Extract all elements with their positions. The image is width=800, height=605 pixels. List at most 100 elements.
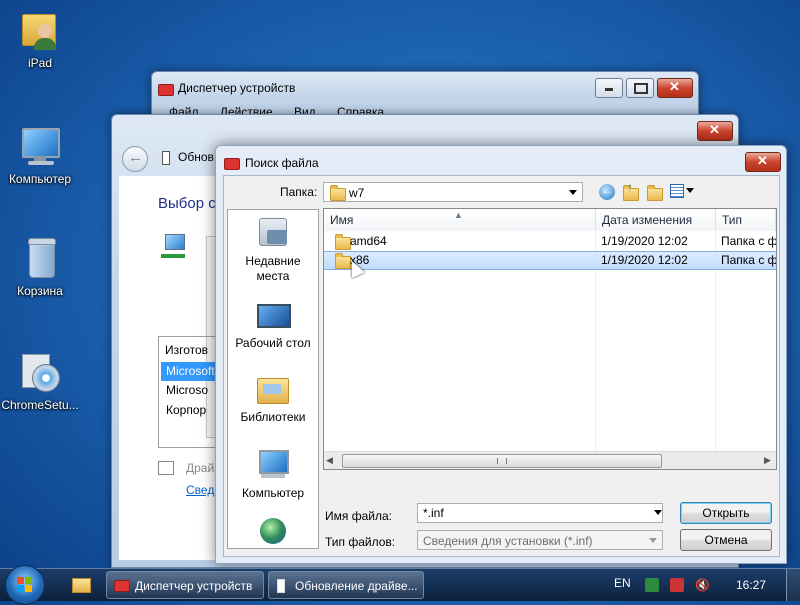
computer-icon <box>18 124 62 168</box>
file-date: 1/19/2020 12:02 <box>601 253 688 267</box>
volume-muted-icon[interactable]: 🔇 <box>695 578 710 592</box>
view-menu-button[interactable] <box>670 183 696 199</box>
file-list[interactable]: Имя ▲ Дата изменения Тип amd64 1/19/2020… <box>323 208 777 470</box>
find-file-dialog[interactable]: Поиск файла ✕ Папка: w7 ← ↑ Недавние мес… <box>215 145 787 564</box>
windows-logo-part <box>25 585 32 592</box>
scrollbar-thumb[interactable] <box>342 454 662 468</box>
action-center-icon[interactable] <box>645 578 659 592</box>
desktop-icon-computer[interactable]: Компьютер <box>0 124 80 186</box>
folder-label: Папка: <box>280 185 318 199</box>
place-desktop[interactable]: Рабочий стол <box>228 298 318 350</box>
view-icon <box>670 184 684 198</box>
list-header: Изготов <box>165 343 209 357</box>
chevron-down-icon[interactable] <box>654 510 662 515</box>
place-label: Недавние места <box>245 254 301 283</box>
sort-arrow-icon: ▲ <box>454 210 463 220</box>
window-title: Диспетчер устройств <box>178 81 296 95</box>
close-button[interactable]: ✕ <box>745 152 781 172</box>
libraries-icon <box>255 372 291 406</box>
column-header-date[interactable]: Дата изменения <box>596 209 716 231</box>
grip-icon <box>497 458 507 464</box>
explorer-icon <box>72 578 91 593</box>
taskbar-item-label: Диспетчер устройств <box>135 579 253 593</box>
dialog-icon <box>224 155 240 170</box>
close-button[interactable]: ✕ <box>697 121 733 141</box>
file-row-selected[interactable]: x86 1/19/2020 12:02 Папка с ф <box>324 251 776 270</box>
filetype-label: Тип файлов: <box>325 535 396 549</box>
filename-label: Имя файла: <box>325 509 392 523</box>
installer-icon <box>18 350 62 394</box>
scroll-left-icon: ◀ <box>326 455 333 465</box>
show-desktop-button[interactable] <box>786 569 800 601</box>
place-computer[interactable]: Компьютер <box>228 448 318 500</box>
network-icon <box>255 518 291 552</box>
filetype-combobox[interactable]: Сведения для установки (*.inf) <box>417 530 663 550</box>
desktop-icon-recycle-bin[interactable]: Корзина <box>0 236 80 298</box>
language-indicator[interactable]: EN <box>614 576 631 590</box>
dialog-title: Поиск файла <box>245 156 319 170</box>
desktop-icon <box>255 298 291 332</box>
details-link[interactable]: Свед <box>186 483 214 497</box>
back-arrow-icon: ← <box>601 183 613 197</box>
windows-logo-icon <box>17 577 24 584</box>
taskbar-item-update-driver[interactable]: Обновление драйве... <box>268 571 424 599</box>
taskbar-item-device-manager[interactable]: Диспетчер устройств <box>106 571 264 599</box>
list-item[interactable]: Корпор <box>166 403 206 417</box>
new-folder-icon <box>647 185 663 201</box>
close-icon: ✕ <box>669 79 680 94</box>
taskbar: Диспетчер устройств Обновление драйве...… <box>0 565 800 605</box>
desktop-icon-installer[interactable]: ChromeSetu... <box>0 350 80 412</box>
computer-icon <box>255 448 291 482</box>
close-icon: ✕ <box>757 153 768 168</box>
minimize-button[interactable] <box>595 78 623 98</box>
place-label: Рабочий стол <box>235 336 311 350</box>
back-button[interactable]: ← <box>122 146 148 172</box>
list-item[interactable]: Microsoft <box>161 362 217 381</box>
maximize-button[interactable] <box>626 78 654 98</box>
folder-combobox[interactable]: w7 <box>323 182 583 202</box>
recycle-bin-icon <box>18 236 62 280</box>
signed-driver-icon <box>158 461 174 475</box>
cancel-button[interactable]: Отмена <box>680 529 772 551</box>
filetype-value: Сведения для установки (*.inf) <box>423 534 593 548</box>
place-libraries[interactable]: Библиотеки <box>228 372 318 424</box>
windows-logo-part <box>25 577 32 584</box>
column-header-name[interactable]: Имя ▲ <box>324 209 596 231</box>
up-arrow-icon: ↑ <box>627 180 633 194</box>
network-status-icon[interactable] <box>670 578 684 592</box>
dialog-body: Папка: w7 ← ↑ Недавние места Рабочий сто… <box>223 175 780 557</box>
close-button[interactable]: ✕ <box>657 78 693 98</box>
desktop-icon-label: Корзина <box>17 284 63 298</box>
start-button[interactable] <box>5 565 45 605</box>
horizontal-scrollbar[interactable]: ◀ ▶ <box>324 451 776 469</box>
maximize-icon <box>634 83 648 94</box>
column-label: Имя <box>330 213 354 227</box>
device-icon <box>162 151 170 165</box>
explorer-pinned-button[interactable] <box>70 575 91 593</box>
network-adapter-icon <box>161 234 187 264</box>
device-manager-icon <box>114 580 130 592</box>
filename-input[interactable] <box>417 503 663 523</box>
place-network[interactable] <box>228 518 318 556</box>
open-button[interactable]: Открыть <box>680 502 772 524</box>
recent-places-icon <box>255 216 291 250</box>
place-recent[interactable]: Недавние места <box>228 216 318 284</box>
user-folder-icon <box>18 8 62 52</box>
manufacturer-list[interactable]: Изготов Microsoft Microsо Корпор <box>158 336 218 448</box>
up-folder-button[interactable]: ↑ <box>622 180 639 201</box>
file-row[interactable]: amd64 1/19/2020 12:02 Папка с ф <box>324 232 776 251</box>
folder-icon <box>335 234 351 250</box>
back-button[interactable]: ← <box>599 183 615 200</box>
device-icon <box>277 579 285 593</box>
place-label: Компьютер <box>241 486 305 500</box>
list-item[interactable]: Microsо <box>166 383 208 397</box>
desktop-icon-ipad[interactable]: iPad <box>0 8 80 70</box>
clock[interactable]: 16:27 <box>736 578 766 592</box>
footer-text: Драй <box>186 461 215 475</box>
column-header-type[interactable]: Тип <box>716 209 776 231</box>
desktop-icon-label: Компьютер <box>8 172 72 186</box>
new-folder-button[interactable] <box>646 183 663 201</box>
page-heading: Выбор с <box>158 195 216 212</box>
desktop-icon-label: iPad <box>27 56 53 70</box>
scroll-right-icon: ▶ <box>764 455 771 465</box>
